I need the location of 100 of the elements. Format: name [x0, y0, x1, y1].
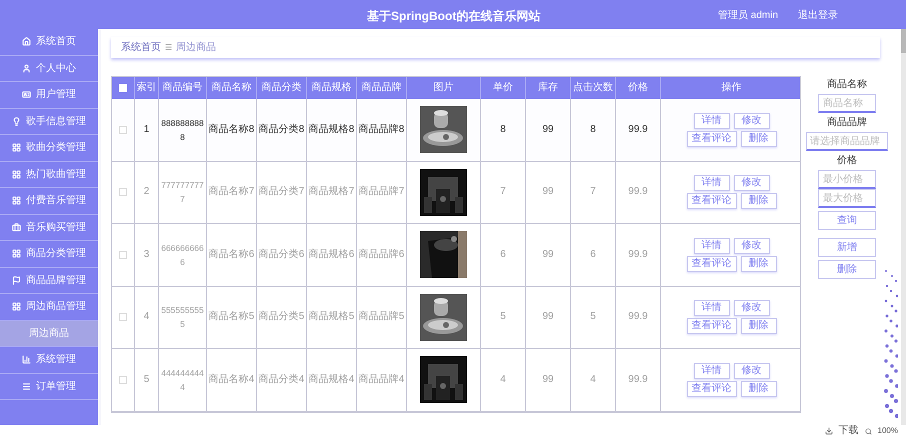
action-button[interactable]: 删除: [740, 130, 776, 147]
row-checkbox[interactable]: [119, 250, 127, 259]
table-cell: 商品分类8: [258, 122, 304, 137]
action-button[interactable]: 查看评论: [686, 380, 736, 397]
column-header: 索引: [136, 83, 156, 93]
action-button[interactable]: 查看评论: [686, 130, 736, 147]
column-header: 操作: [722, 83, 742, 93]
download-label[interactable]: 下载: [838, 425, 859, 437]
person-icon: [22, 64, 31, 73]
search-button[interactable]: 查询: [818, 211, 876, 230]
table-cell: 商品分类5: [258, 310, 304, 324]
add-button[interactable]: 新增: [818, 238, 876, 257]
table-cell: 商品规格7: [308, 185, 354, 200]
column-header: 价格: [628, 83, 648, 93]
table-cell: 2: [144, 185, 150, 200]
table-cell: 商品规格4: [308, 372, 354, 387]
table-cell: 商品品牌4: [358, 372, 404, 387]
table-cell: 99.9: [628, 248, 648, 262]
table-cell: 6: [500, 248, 506, 262]
action-button[interactable]: 详情: [694, 112, 730, 129]
table-cell: 商品分类7: [258, 185, 304, 200]
grid-icon: [12, 249, 21, 258]
table-cell: 99.9: [628, 372, 648, 387]
brand-select[interactable]: 请选择商品品牌: [806, 132, 888, 151]
action-button[interactable]: 查看评论: [686, 256, 736, 272]
action-button[interactable]: 修改: [734, 300, 770, 316]
filter-label: 价格: [837, 154, 857, 168]
table-cell: 5: [500, 310, 506, 324]
logout-link[interactable]: 退出登录: [798, 8, 838, 23]
table-cell: 商品分类4: [258, 372, 304, 387]
action-button[interactable]: 查看评论: [686, 193, 736, 210]
table-cell: 商品规格5: [308, 310, 354, 324]
table-cell: 5: [590, 310, 596, 324]
grid-icon: [12, 196, 21, 206]
column-header: 图片: [434, 83, 454, 93]
row-checkbox[interactable]: [119, 188, 127, 196]
column-header: 商品编号: [162, 83, 202, 93]
table-cell: 商品名称4: [208, 372, 254, 387]
zoom-icon: [864, 428, 872, 434]
briefcase-icon: [12, 222, 21, 232]
column-header: 商品规格: [312, 83, 352, 93]
sidebar-item[interactable]: 热门歌曲管理: [0, 162, 98, 188]
sidebar-item[interactable]: 商品品牌管理: [0, 268, 98, 294]
table-cell: 4: [500, 372, 506, 387]
table-cell: 商品品牌5: [358, 310, 404, 324]
action-button[interactable]: 详情: [694, 175, 730, 192]
table-cell: 99.9: [628, 310, 648, 324]
column-header: 商品名称: [212, 83, 252, 93]
table-cell: 7: [500, 185, 506, 200]
column-header: 库存: [538, 83, 558, 93]
table-cell: 1: [144, 122, 150, 137]
action-button[interactable]: 修改: [734, 175, 770, 192]
column-header: 单价: [493, 83, 513, 93]
delete-button[interactable]: 删除: [818, 260, 876, 279]
table-cell: 99: [542, 310, 554, 324]
action-button[interactable]: 详情: [694, 362, 730, 379]
grid-icon: [12, 143, 21, 152]
home-icon: [22, 37, 31, 46]
row-checkbox[interactable]: [119, 126, 127, 134]
sidebar-item[interactable]: 音乐购买管理: [0, 214, 98, 241]
action-button[interactable]: 详情: [694, 300, 730, 316]
sidebar-item[interactable]: 周边商品: [0, 320, 98, 347]
table-cell: 8: [500, 122, 506, 137]
row-checkbox[interactable]: [119, 313, 127, 322]
bar-chart-icon: [22, 355, 31, 364]
breadcrumb-link[interactable]: 系统首页: [121, 40, 161, 55]
action-button[interactable]: 修改: [734, 362, 770, 379]
id-card-icon: [22, 90, 31, 100]
action-button[interactable]: 详情: [694, 238, 730, 254]
row-checkbox[interactable]: [119, 376, 127, 384]
table-cell: 3: [144, 248, 150, 262]
action-button[interactable]: 删除: [740, 318, 776, 334]
breadcrumb-separator: ☰: [165, 42, 172, 54]
table-cell: 商品品牌8: [358, 122, 404, 137]
grid-icon: [12, 170, 21, 179]
breadcrumb-current: 周边商品: [176, 40, 216, 55]
action-button[interactable]: 删除: [740, 193, 776, 210]
table-cell-text: 4444444444: [160, 366, 204, 394]
sidebar-item[interactable]: 订单管理: [0, 374, 98, 400]
max-price-field[interactable]: 最大价格: [818, 189, 876, 208]
column-header: 商品分类: [262, 83, 302, 93]
table-cell: 5: [144, 372, 150, 387]
sidebar-item[interactable]: 个人中心: [0, 56, 98, 82]
name-field[interactable]: 商品名称: [818, 94, 876, 113]
action-button[interactable]: 删除: [740, 380, 776, 397]
select-all-checkbox[interactable]: [119, 84, 127, 92]
action-button[interactable]: 修改: [734, 238, 770, 254]
table-cell: 99: [542, 185, 554, 200]
table-cell-text: 5555555555: [160, 304, 204, 332]
action-button[interactable]: 查看评论: [686, 318, 736, 334]
action-button[interactable]: 修改: [734, 112, 770, 129]
table-cell: 7: [590, 185, 596, 200]
action-button[interactable]: 删除: [740, 256, 776, 272]
min-price-field[interactable]: 最小价格: [818, 170, 876, 189]
table-cell-text: 7777777777: [160, 179, 204, 206]
table-cell: 99: [542, 248, 554, 262]
table-cell: 商品名称8: [208, 122, 254, 137]
table-cell: 商品规格6: [308, 248, 354, 262]
sidebar-item[interactable]: 歌手信息管理: [0, 108, 98, 135]
table-cell: 商品品牌6: [358, 248, 404, 262]
